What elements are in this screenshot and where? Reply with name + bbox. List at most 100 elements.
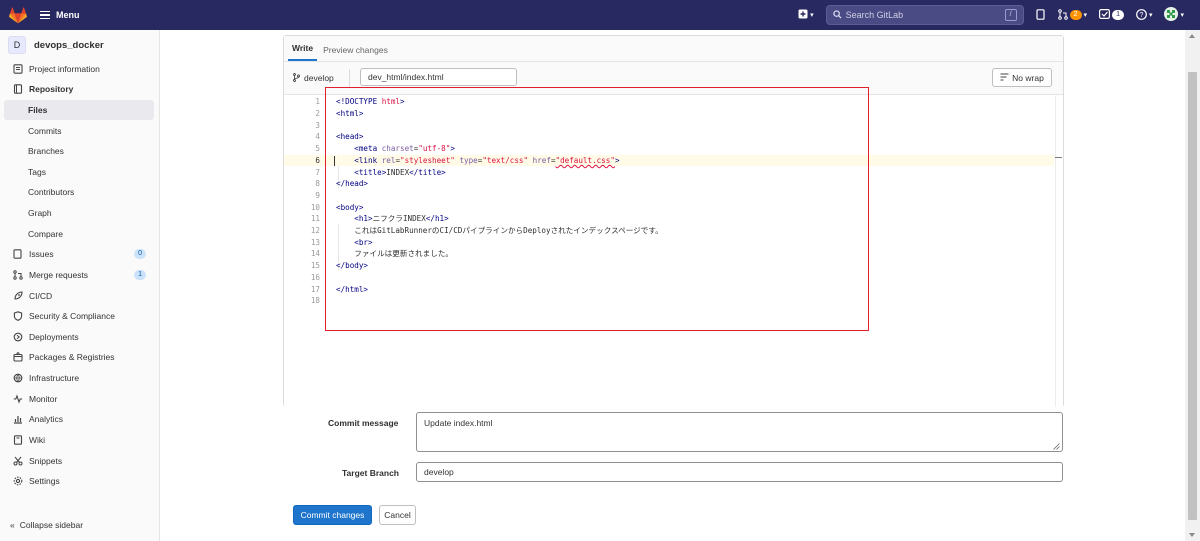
snippet-icon bbox=[13, 456, 23, 466]
sidebar-item-project-information[interactable]: Project information bbox=[4, 59, 154, 79]
sidebar-item-deployments[interactable]: Deployments bbox=[4, 327, 154, 347]
commit-changes-button[interactable]: Commit changes bbox=[293, 505, 372, 525]
line-number: 13 bbox=[310, 237, 320, 247]
sidebar-item-issues[interactable]: Issues 0 bbox=[4, 244, 154, 264]
todos-button[interactable]: 1 bbox=[1099, 9, 1124, 21]
issues-icon bbox=[1036, 8, 1046, 22]
deployments-icon bbox=[13, 332, 23, 342]
sidebar-item-packages-registries[interactable]: Packages & Registries bbox=[4, 347, 154, 367]
sidebar-item-label: Tags bbox=[28, 167, 46, 177]
merge-requests-count-badge: 2 bbox=[1069, 10, 1082, 20]
rocket-icon bbox=[13, 291, 23, 301]
branch-name: develop bbox=[304, 73, 334, 83]
code-line-current: 6 <link rel="stylesheet" type="text/css"… bbox=[284, 154, 1054, 167]
sidebar-item-merge-requests[interactable]: Merge requests 1 bbox=[4, 265, 154, 285]
sidebar-item-commits[interactable]: Commits bbox=[4, 121, 154, 141]
search-input[interactable]: Search GitLab / bbox=[825, 5, 1024, 25]
sidebar-item-settings[interactable]: Settings bbox=[4, 471, 154, 491]
collapse-sidebar-label: Collapse sidebar bbox=[19, 520, 84, 530]
text-cursor bbox=[334, 155, 335, 166]
main-content: Write Preview changes develop No wrap bbox=[160, 30, 1185, 541]
scrollbar-thumb[interactable] bbox=[1188, 72, 1197, 520]
sidebar-item-tags[interactable]: Tags bbox=[4, 162, 154, 182]
menu-button[interactable]: Menu bbox=[40, 9, 80, 22]
chevron-down-icon: ▾ bbox=[1180, 12, 1184, 19]
sidebar-item-repository[interactable]: Repository bbox=[4, 79, 154, 99]
sidebar-project-header[interactable]: D devops_docker bbox=[0, 30, 159, 60]
issues-shortcut-button[interactable] bbox=[1036, 8, 1046, 22]
code-line: 12 これはGitLabRunnerのCI/CDパイプラインからDeployされ… bbox=[284, 225, 1054, 237]
repository-icon bbox=[13, 84, 23, 94]
line-number: 18 bbox=[310, 296, 320, 306]
sidebar-item-label: Deployments bbox=[29, 332, 79, 342]
scroll-up-arrow-icon[interactable] bbox=[1189, 34, 1195, 38]
sidebar-item-snippets[interactable]: Snippets bbox=[4, 451, 154, 471]
code-line: 13 <br> bbox=[284, 236, 1054, 248]
line-number: 8 bbox=[315, 179, 320, 189]
tab-write[interactable]: Write bbox=[288, 43, 318, 61]
code-line: 5 <meta charset="utf-8"> bbox=[284, 143, 1054, 155]
code-line: 1 <!DOCTYPE html> bbox=[284, 96, 1054, 108]
cloud-icon bbox=[13, 373, 23, 383]
sidebar-item-ci-cd[interactable]: CI/CD bbox=[4, 286, 154, 306]
sidebar-item-label: Security & Compliance bbox=[29, 311, 115, 321]
no-wrap-button[interactable]: No wrap bbox=[992, 68, 1052, 87]
editor-overview-ruler bbox=[1055, 96, 1056, 407]
help-button[interactable]: ? ▾ bbox=[1136, 8, 1152, 22]
merge-request-icon bbox=[13, 270, 23, 280]
cancel-button[interactable]: Cancel bbox=[379, 505, 416, 525]
sidebar-item-contributors[interactable]: Contributors bbox=[4, 182, 154, 202]
line-number: 17 bbox=[310, 284, 320, 294]
line-number: 2 bbox=[315, 109, 320, 119]
cursor-ruler-mark bbox=[1055, 157, 1062, 158]
file-path-input[interactable] bbox=[360, 68, 517, 86]
sidebar-item-monitor[interactable]: Monitor bbox=[4, 389, 154, 409]
target-branch-label: Target Branch bbox=[342, 468, 399, 478]
chevron-double-left-icon: « bbox=[10, 520, 15, 530]
create-new-button[interactable]: ▾ bbox=[798, 9, 814, 21]
sidebar-item-infrastructure[interactable]: Infrastructure bbox=[4, 368, 154, 388]
line-number: 10 bbox=[310, 202, 320, 212]
sidebar-item-security-compliance[interactable]: Security & Compliance bbox=[4, 306, 154, 326]
code-editor[interactable]: 1 <!DOCTYPE html> 2 <html> 3 4 <head> 5 <me… bbox=[284, 96, 1063, 407]
book-icon bbox=[13, 435, 23, 445]
editor-tabs: Write Preview changes bbox=[284, 36, 1063, 62]
sidebar-item-label: Files bbox=[28, 105, 48, 115]
code-line: 7 <title>INDEX</title> bbox=[284, 166, 1054, 178]
gear-icon bbox=[13, 476, 23, 486]
merge-requests-count-badge: 1 bbox=[134, 270, 146, 280]
branch-icon bbox=[293, 73, 300, 84]
collapse-sidebar-button[interactable]: « Collapse sidebar bbox=[10, 520, 83, 530]
sidebar-item-wiki[interactable]: Wiki bbox=[4, 430, 154, 450]
target-branch-input[interactable] bbox=[416, 462, 1063, 482]
branch-label: develop bbox=[293, 73, 334, 84]
line-number: 9 bbox=[315, 190, 320, 200]
tab-preview-changes[interactable]: Preview changes bbox=[319, 45, 392, 61]
sidebar-item-label: Project information bbox=[29, 64, 100, 74]
project-avatar: D bbox=[8, 36, 26, 54]
sidebar-item-label: Wiki bbox=[29, 435, 46, 445]
sidebar-item-graph[interactable]: Graph bbox=[4, 203, 154, 223]
sidebar-item-analytics[interactable]: Analytics bbox=[4, 409, 154, 429]
todo-check-icon bbox=[1099, 9, 1111, 21]
page-scrollbar[interactable] bbox=[1185, 30, 1200, 541]
gitlab-logo-icon[interactable] bbox=[0, 0, 36, 30]
sidebar-item-label: Merge requests bbox=[29, 270, 89, 280]
sidebar-item-files[interactable]: Files bbox=[4, 100, 154, 120]
file-title-bar: develop No wrap bbox=[284, 62, 1063, 95]
line-number: 5 bbox=[315, 144, 320, 154]
commit-message-field[interactable]: Update index.html bbox=[416, 412, 1063, 452]
chevron-down-icon: ▾ bbox=[810, 12, 814, 19]
resize-handle-icon[interactable] bbox=[1053, 442, 1060, 450]
sidebar-item-label: Contributors bbox=[28, 187, 75, 197]
scroll-down-arrow-icon[interactable] bbox=[1189, 533, 1195, 537]
user-menu-button[interactable]: ▾ bbox=[1164, 7, 1184, 23]
project-name: devops_docker bbox=[34, 39, 104, 51]
sidebar-item-branches[interactable]: Branches bbox=[4, 141, 154, 161]
code-line: 10 <body> bbox=[284, 201, 1054, 213]
merge-requests-button[interactable]: 2 ▾ bbox=[1057, 8, 1087, 22]
code-line: 2 <html> bbox=[284, 108, 1054, 120]
sidebar-item-compare[interactable]: Compare bbox=[4, 224, 154, 244]
chart-icon bbox=[13, 414, 23, 424]
sidebar: D devops_docker Project information Repo… bbox=[0, 30, 160, 541]
